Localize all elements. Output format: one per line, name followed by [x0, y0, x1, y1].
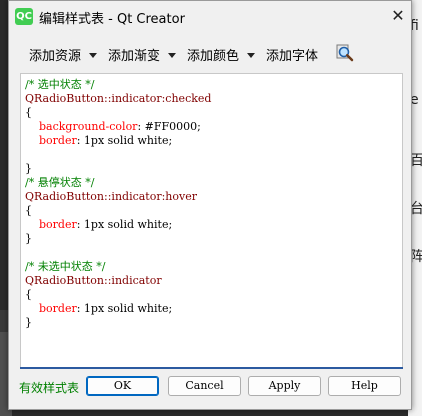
- close-button[interactable]: ✕: [387, 5, 409, 27]
- code-token: QRadioButton::indicator:hover: [25, 190, 197, 203]
- code-line: QRadioButton::indicator: [25, 274, 211, 288]
- apply-button[interactable]: Apply: [248, 376, 321, 396]
- code-token: background-color: [25, 120, 138, 133]
- code-line: background-color: #FF0000;: [25, 120, 211, 134]
- code-token: }: [25, 232, 32, 245]
- add-gradient-button[interactable]: 添加渐变: [108, 45, 160, 64]
- code-line: {: [25, 288, 211, 302]
- code-token: : 1px solid white;: [76, 134, 173, 147]
- add-resource-dropdown-arrow-icon[interactable]: [89, 53, 97, 58]
- code-token: }: [25, 162, 32, 175]
- code-line: /* 选中状态 */: [25, 78, 211, 92]
- code-line: /* 悬停状态 */: [25, 176, 211, 190]
- code-token: {: [25, 288, 32, 301]
- add-color-dropdown-arrow-icon[interactable]: [247, 53, 255, 58]
- window-title: 编辑样式表 - Qt Creator: [39, 12, 185, 27]
- code-token: : #FF0000;: [137, 120, 201, 133]
- code-line: }: [25, 162, 211, 176]
- add-gradient-dropdown-arrow-icon[interactable]: [168, 53, 176, 58]
- code-token: /* 悬停状态 */: [25, 176, 95, 189]
- code-token: border: [25, 302, 77, 315]
- code-token: : 1px solid white;: [76, 302, 173, 315]
- code-token: QRadioButton::indicator:checked: [25, 92, 212, 105]
- add-font-button[interactable]: 添加字体: [266, 45, 318, 64]
- code-token: border: [25, 134, 77, 147]
- title-bar[interactable]: QC 编辑样式表 - Qt Creator ✕: [9, 1, 411, 33]
- cancel-button[interactable]: Cancel: [168, 376, 241, 396]
- find-magnifier-icon[interactable]: [335, 43, 355, 63]
- code-token: : 1px solid white;: [76, 218, 173, 231]
- code-line: QRadioButton::indicator:hover: [25, 190, 211, 204]
- edit-stylesheet-dialog: QC 编辑样式表 - Qt Creator ✕ 添加资源 添加渐变 添加颜色 添…: [8, 0, 412, 410]
- code-token: /* 未选中状态 */: [25, 260, 106, 273]
- code-line: border: 1px solid white;: [25, 302, 211, 316]
- add-color-button[interactable]: 添加颜色: [187, 45, 239, 64]
- code-token: {: [25, 106, 32, 119]
- qt-creator-icon: QC: [15, 8, 33, 25]
- ok-button[interactable]: OK: [86, 376, 159, 396]
- code-token: /* 选中状态 */: [25, 78, 95, 91]
- code-line: border: 1px solid white;: [25, 218, 211, 232]
- valid-stylesheet-label: 有效样式表: [19, 381, 80, 395]
- help-button[interactable]: Help: [328, 376, 401, 396]
- add-resource-button[interactable]: 添加资源: [29, 45, 81, 64]
- code-line: border: 1px solid white;: [25, 134, 211, 148]
- code-content: /* 选中状态 */QRadioButton::indicator:checke…: [25, 78, 211, 330]
- code-token: }: [25, 316, 32, 329]
- code-line: }: [25, 316, 211, 330]
- code-token: {: [25, 204, 32, 217]
- code-line: {: [25, 106, 211, 120]
- code-line: /* 未选中状态 */: [25, 260, 211, 274]
- toolbar: 添加资源 添加渐变 添加颜色 添加字体: [17, 41, 407, 67]
- code-token: QRadioButton::indicator: [25, 274, 162, 287]
- code-line: {: [25, 204, 211, 218]
- code-line: }: [25, 232, 211, 246]
- editor-focus-underline: [20, 367, 403, 369]
- code-line: QRadioButton::indicator:checked: [25, 92, 211, 106]
- code-token: border: [25, 218, 77, 231]
- stylesheet-editor[interactable]: /* 选中状态 */QRadioButton::indicator:checke…: [20, 73, 403, 369]
